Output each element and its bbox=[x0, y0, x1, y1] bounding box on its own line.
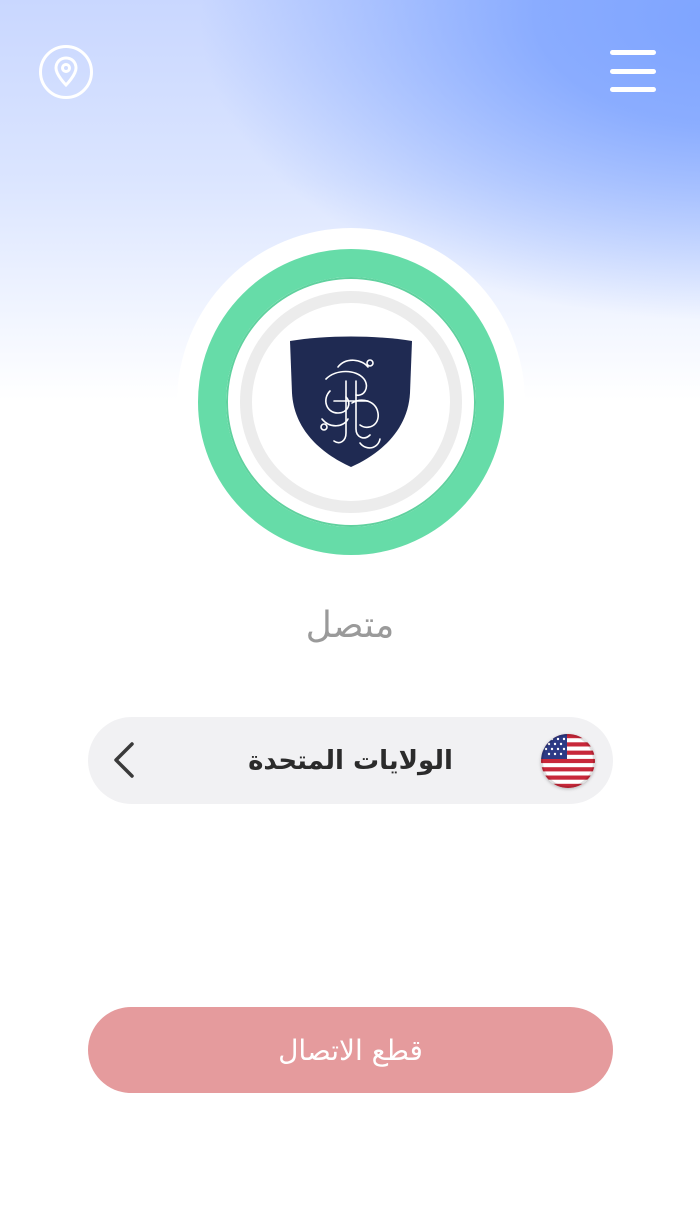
shield-logo-icon bbox=[290, 336, 412, 467]
us-flag-icon bbox=[541, 734, 595, 788]
menu-button[interactable] bbox=[610, 50, 658, 92]
connection-button-container bbox=[177, 228, 525, 576]
top-bar bbox=[0, 0, 700, 140]
server-country-name: الولايات المتحدة bbox=[248, 745, 453, 776]
connection-status: متصل bbox=[305, 605, 395, 646]
connection-toggle-button[interactable] bbox=[198, 249, 504, 555]
server-location-selector[interactable]: الولايات المتحدة bbox=[88, 717, 613, 804]
inner-ring bbox=[240, 291, 462, 513]
menu-line bbox=[610, 50, 656, 55]
menu-line bbox=[610, 68, 656, 74]
disconnect-button[interactable]: قطع الاتصال bbox=[88, 1007, 613, 1093]
menu-line bbox=[610, 87, 656, 92]
location-button[interactable] bbox=[39, 45, 93, 99]
map-pin-icon bbox=[54, 56, 78, 88]
